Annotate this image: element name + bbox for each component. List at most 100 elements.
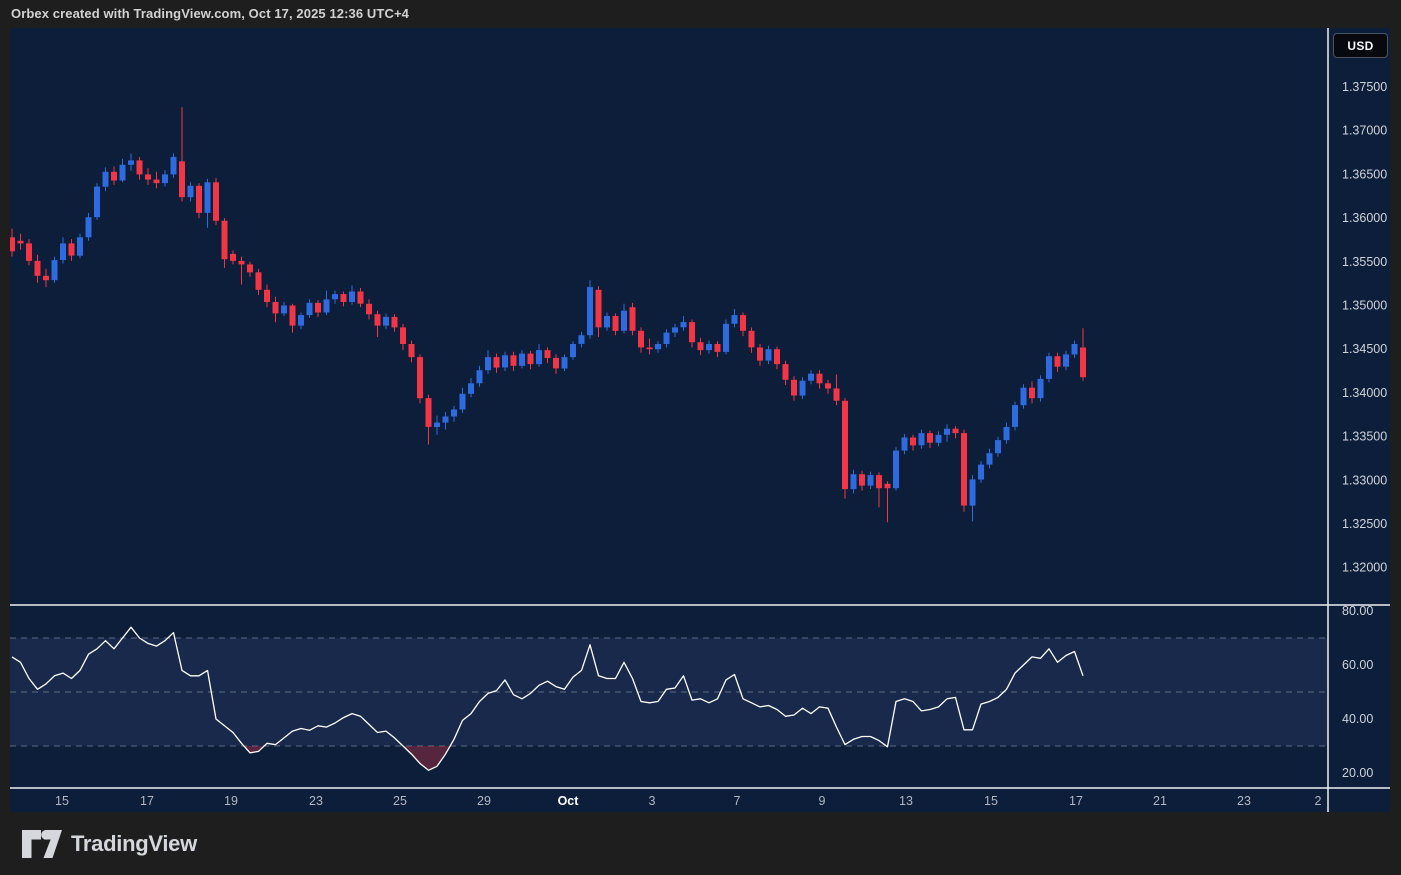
- candle: [494, 354, 500, 373]
- svg-text:1.35500: 1.35500: [1342, 255, 1387, 269]
- candle: [366, 299, 372, 319]
- candle: [723, 320, 729, 355]
- candle: [111, 167, 117, 185]
- svg-text:7: 7: [734, 794, 741, 808]
- candle: [740, 313, 746, 337]
- candle: [681, 316, 687, 331]
- candle: [162, 170, 168, 187]
- tradingview-logo[interactable]: TradingView: [22, 830, 197, 858]
- candle: [511, 352, 517, 371]
- candle: [426, 395, 432, 445]
- svg-text:20.00: 20.00: [1342, 766, 1373, 780]
- candle: [851, 470, 857, 494]
- candle: [868, 472, 874, 489]
- candle: [222, 218, 228, 268]
- svg-text:1.36500: 1.36500: [1342, 167, 1387, 181]
- candle: [290, 304, 296, 333]
- svg-text:1.34500: 1.34500: [1342, 342, 1387, 356]
- candle: [655, 341, 661, 352]
- candle: [145, 168, 151, 185]
- svg-text:1.33500: 1.33500: [1342, 430, 1387, 444]
- candle: [10, 229, 15, 257]
- candle: [698, 338, 704, 356]
- candle: [298, 313, 304, 330]
- candle: [1072, 341, 1078, 358]
- svg-text:15: 15: [55, 794, 69, 808]
- candle: [341, 292, 347, 307]
- candle: [188, 182, 194, 201]
- candle: [1038, 375, 1044, 401]
- candle: [638, 327, 644, 352]
- candle: [383, 313, 389, 329]
- candle: [1021, 384, 1027, 408]
- svg-text:40.00: 40.00: [1342, 712, 1373, 726]
- candle: [443, 412, 449, 430]
- svg-text:9: 9: [819, 794, 826, 808]
- candle: [715, 341, 721, 357]
- candle: [613, 313, 619, 335]
- candle: [859, 471, 865, 491]
- candle: [434, 416, 440, 435]
- rsi-band: [10, 638, 1328, 746]
- candle: [672, 324, 678, 337]
- chart-container[interactable]: 1.375001.370001.365001.360001.355001.350…: [10, 28, 1390, 812]
- svg-text:19: 19: [224, 794, 238, 808]
- svg-text:17: 17: [1069, 794, 1083, 808]
- price-axis-labels[interactable]: 1.375001.370001.365001.360001.355001.350…: [1342, 80, 1387, 575]
- candle: [179, 107, 185, 201]
- candle: [936, 431, 942, 446]
- candle: [18, 234, 24, 250]
- candle: [562, 354, 568, 371]
- svg-text:21: 21: [1153, 794, 1167, 808]
- candle: [502, 352, 508, 371]
- candle: [230, 250, 236, 264]
- candle: [460, 388, 466, 413]
- candle: [825, 380, 831, 394]
- indicator-axis-labels[interactable]: 80.0060.0040.0020.00: [1342, 604, 1373, 780]
- candle: [315, 300, 321, 317]
- candlestick-series: [10, 107, 1086, 522]
- candle: [842, 398, 848, 499]
- candle: [239, 257, 245, 285]
- candle: [485, 350, 491, 374]
- currency-button[interactable]: USD: [1333, 33, 1388, 58]
- candle: [60, 237, 66, 263]
- candle: [128, 153, 134, 171]
- candle: [970, 475, 976, 521]
- candle: [417, 354, 423, 403]
- candle: [154, 172, 160, 189]
- candle: [247, 262, 253, 277]
- svg-text:25: 25: [393, 794, 407, 808]
- candle: [468, 378, 474, 397]
- candle: [137, 157, 143, 180]
- candle: [171, 153, 177, 178]
- time-axis-labels[interactable]: 151719232529Oct37913151721232: [55, 794, 1321, 808]
- candle: [910, 435, 916, 451]
- svg-text:13: 13: [899, 794, 913, 808]
- candle: [1055, 353, 1061, 372]
- svg-text:23: 23: [1237, 794, 1251, 808]
- tradingview-logo-text: TradingView: [71, 831, 197, 857]
- svg-text:80.00: 80.00: [1342, 604, 1373, 618]
- candle: [978, 461, 984, 483]
- candle: [400, 324, 406, 350]
- svg-text:15: 15: [984, 794, 998, 808]
- candle: [519, 350, 525, 368]
- candle: [264, 285, 270, 308]
- candle: [69, 239, 75, 261]
- candle: [52, 257, 58, 283]
- candle: [1063, 351, 1069, 370]
- candle: [392, 314, 398, 332]
- candle: [706, 341, 712, 354]
- svg-text:1.36000: 1.36000: [1342, 211, 1387, 225]
- candle: [791, 376, 797, 401]
- candle: [919, 430, 925, 449]
- candle: [528, 351, 534, 369]
- candle: [324, 291, 330, 316]
- chart-canvas[interactable]: 1.375001.370001.365001.360001.355001.350…: [10, 28, 1390, 812]
- candle: [621, 304, 627, 334]
- candle: [876, 472, 882, 507]
- candle: [664, 329, 670, 347]
- candle: [553, 354, 559, 373]
- svg-text:17: 17: [140, 794, 154, 808]
